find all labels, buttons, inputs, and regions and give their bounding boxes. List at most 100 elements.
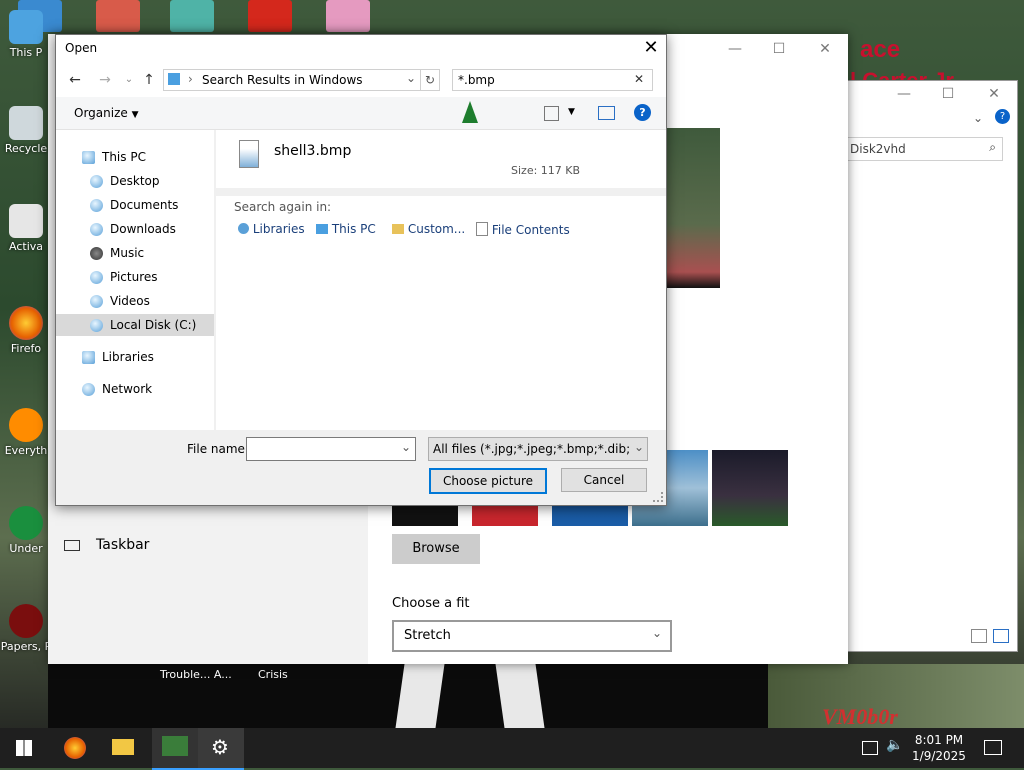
taskbar-settings[interactable]: ⚙ bbox=[198, 728, 244, 770]
resize-grip[interactable] bbox=[653, 492, 663, 502]
desktop-top-icon-2[interactable] bbox=[96, 0, 140, 32]
desktop-icon-everything[interactable]: Everyth bbox=[0, 408, 52, 457]
filename-input[interactable]: ⌄ bbox=[246, 437, 416, 461]
browse-button[interactable]: Browse bbox=[392, 534, 480, 564]
desktop-top-icon-5[interactable] bbox=[326, 0, 370, 32]
desktop-icon-label: Under bbox=[9, 542, 43, 555]
nav-label: Videos bbox=[110, 294, 150, 308]
organize-button[interactable]: Organize ▼ bbox=[74, 106, 139, 120]
desktop-icon-activate[interactable]: Activa bbox=[0, 204, 52, 253]
desktop-top-icon-mcdonalds[interactable] bbox=[248, 0, 292, 32]
libraries-icon bbox=[82, 351, 95, 364]
chevron-down-icon[interactable]: ⌄ bbox=[406, 71, 416, 85]
clock[interactable]: 8:01 PM 1/9/2025 bbox=[910, 732, 968, 764]
nav-item-pictures[interactable]: Pictures bbox=[56, 266, 214, 288]
network-icon[interactable] bbox=[862, 741, 878, 755]
chevron-down-icon[interactable]: ⌄ bbox=[973, 111, 983, 125]
computer-icon bbox=[316, 224, 328, 234]
explorer-search-value: Disk2vhd bbox=[850, 142, 906, 156]
desktop-icon-this-pc[interactable]: This P bbox=[0, 10, 52, 59]
desktop-icon-label: Activa bbox=[9, 240, 43, 253]
choose-picture-button[interactable]: Choose picture bbox=[429, 468, 547, 494]
nav-item-documents[interactable]: Documents bbox=[56, 194, 214, 216]
taskbar-file-explorer[interactable] bbox=[100, 728, 146, 768]
close-button[interactable]: ✕ bbox=[971, 79, 1017, 109]
maximize-button[interactable]: ☐ bbox=[756, 34, 802, 64]
desktop-icon-firefox[interactable]: Firefo bbox=[0, 306, 52, 355]
nav-item-videos[interactable]: Videos bbox=[56, 290, 214, 312]
close-button[interactable]: ✕ bbox=[802, 34, 848, 64]
nav-item-this-pc[interactable]: This PC bbox=[56, 146, 214, 168]
clock-time: 8:01 PM bbox=[914, 733, 964, 747]
search-location-file-contents[interactable]: File Contents bbox=[476, 222, 570, 237]
desktop-icon-papers-please[interactable]: Papers, P bbox=[0, 604, 52, 653]
preview-view-icon[interactable] bbox=[993, 629, 1009, 643]
firefox-icon bbox=[64, 737, 86, 759]
search-icon bbox=[9, 408, 43, 442]
search-location-label: This PC bbox=[331, 222, 376, 236]
maximize-button[interactable]: ☐ bbox=[925, 79, 971, 109]
nav-label: Downloads bbox=[110, 222, 176, 236]
background-preview-image bbox=[666, 128, 720, 288]
address-bar[interactable]: › Search Results in Windows ⌄ bbox=[163, 69, 421, 91]
taskbar: ⚙ 🔈 8:01 PM 1/9/2025 bbox=[0, 728, 1024, 770]
desktop-top-icon-3[interactable] bbox=[170, 0, 214, 32]
help-icon[interactable]: ? bbox=[634, 104, 651, 121]
start-button[interactable] bbox=[0, 728, 46, 768]
desktop-icon-label: Papers, P bbox=[0, 640, 52, 653]
up-button[interactable]: ↑ bbox=[140, 71, 158, 89]
volume-icon[interactable]: 🔈 bbox=[886, 737, 903, 753]
nav-item-libraries[interactable]: Libraries bbox=[56, 346, 214, 368]
search-location-this-pc[interactable]: This PC bbox=[316, 222, 376, 236]
sidebar-item-taskbar[interactable]: Taskbar bbox=[96, 537, 149, 553]
refresh-button[interactable]: ↻ bbox=[420, 69, 440, 91]
fit-select[interactable]: Stretch ⌄ bbox=[392, 620, 672, 652]
search-box[interactable]: *.bmp ✕ bbox=[452, 69, 653, 91]
desktop-icon-recycle-bin[interactable]: Recycle bbox=[0, 106, 52, 155]
minimize-button[interactable]: — bbox=[712, 34, 758, 64]
desktop-icon-undertale[interactable]: Under bbox=[0, 506, 52, 555]
details-view-icon[interactable] bbox=[971, 629, 987, 643]
desktop-icon-label: Crisis bbox=[258, 668, 288, 681]
search-location-custom[interactable]: Custom... bbox=[392, 222, 465, 236]
picture-thumbnail[interactable] bbox=[712, 450, 788, 526]
desktop-icon-label: This P bbox=[9, 46, 43, 59]
nav-item-music[interactable]: Music bbox=[56, 242, 214, 264]
file-type-filter[interactable]: All files (*.jpg;*.jpeg;*.bmp;*.dib;*.pn… bbox=[428, 437, 648, 461]
taskbar-firefox[interactable] bbox=[52, 728, 98, 768]
fit-select-value: Stretch bbox=[404, 628, 451, 643]
forward-button[interactable]: → bbox=[96, 71, 114, 89]
navigation-pane: This PC Desktop Documents Downloads Musi… bbox=[56, 130, 214, 430]
nav-label: This PC bbox=[102, 150, 146, 164]
help-icon[interactable]: ? bbox=[995, 109, 1010, 124]
filename-label: File name: bbox=[187, 442, 249, 456]
background-text: ace bbox=[860, 36, 901, 63]
drive-icon bbox=[90, 319, 103, 332]
minimize-button[interactable]: — bbox=[881, 79, 927, 109]
search-location-libraries[interactable]: Libraries bbox=[238, 222, 305, 236]
nav-item-downloads[interactable]: Downloads bbox=[56, 218, 214, 240]
nav-item-network[interactable]: Network bbox=[56, 378, 214, 400]
cancel-button[interactable]: Cancel bbox=[561, 468, 647, 492]
folder-icon bbox=[392, 224, 404, 234]
back-button[interactable]: ← bbox=[66, 71, 84, 89]
recent-locations-button[interactable]: ⌄ bbox=[120, 71, 138, 89]
taskbar-app[interactable] bbox=[152, 728, 198, 770]
nav-item-local-disk[interactable]: Local Disk (C:) bbox=[56, 314, 214, 336]
clear-search-icon[interactable]: ✕ bbox=[634, 72, 644, 86]
taskbar-icon bbox=[64, 540, 80, 551]
nav-label: Desktop bbox=[110, 174, 160, 188]
nav-item-desktop[interactable]: Desktop bbox=[56, 170, 214, 192]
view-options-icon[interactable] bbox=[544, 106, 559, 121]
caret-down-icon[interactable]: ▼ bbox=[568, 107, 575, 117]
document-icon bbox=[476, 222, 488, 236]
notifications-icon[interactable] bbox=[984, 740, 1002, 755]
chevron-down-icon: ⌄ bbox=[633, 440, 644, 454]
list-item[interactable]: shell3.bmp Size: 117 KB bbox=[226, 136, 646, 188]
preview-pane-icon[interactable] bbox=[598, 106, 615, 120]
dialog-close-button[interactable]: ✕ bbox=[636, 35, 666, 63]
dialog-title: Open bbox=[65, 41, 98, 55]
firefox-icon bbox=[9, 306, 43, 340]
chevron-down-icon[interactable]: ⌄ bbox=[401, 440, 411, 454]
explorer-search-box[interactable]: Disk2vhd ⌕ bbox=[841, 137, 1003, 161]
